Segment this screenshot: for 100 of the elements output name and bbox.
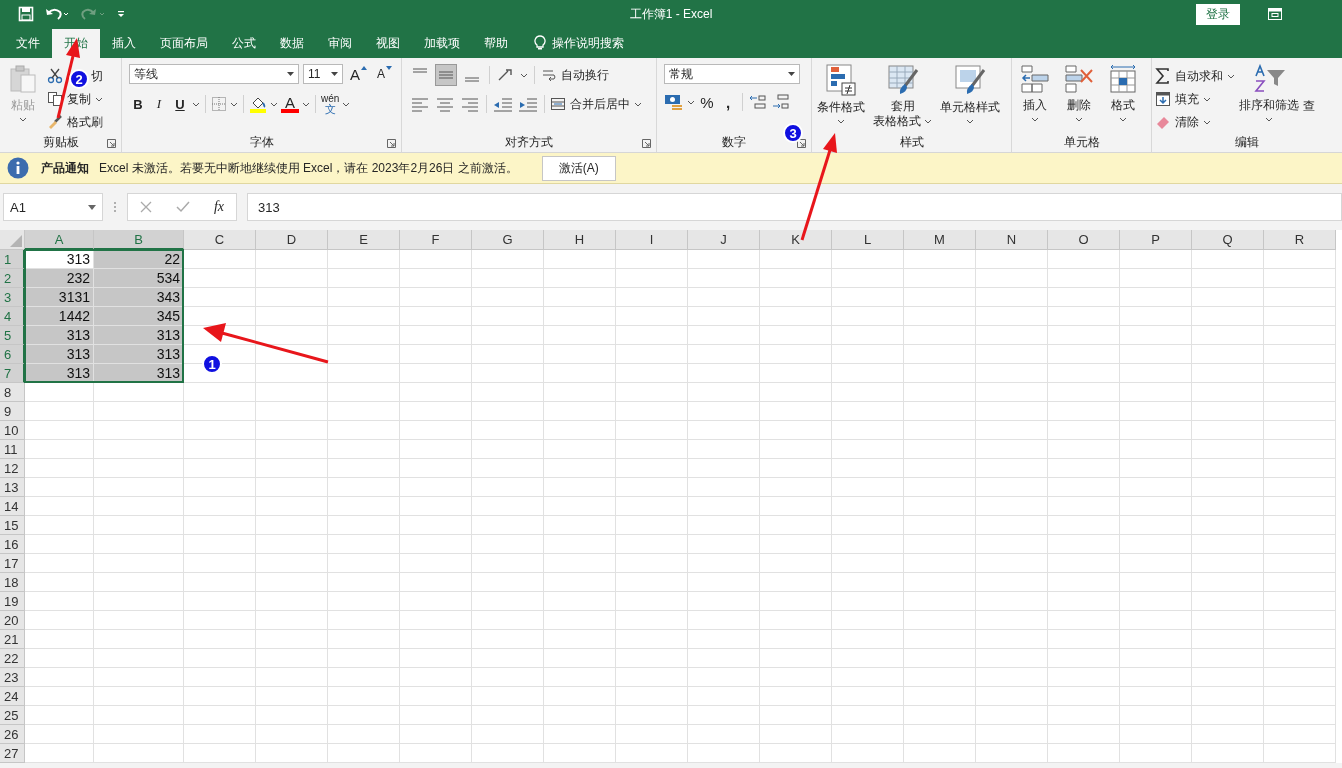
ribbon-tab[interactable]: 页面布局 xyxy=(148,28,220,58)
column-header[interactable]: M xyxy=(904,230,976,250)
ribbon-tab[interactable]: 加载项 xyxy=(412,28,472,58)
insert-cells-button[interactable]: 插入 xyxy=(1015,64,1055,132)
row-header[interactable]: 21 xyxy=(0,630,25,649)
percent-button[interactable]: % xyxy=(698,92,716,112)
row-header[interactable]: 6 xyxy=(0,345,25,364)
fill-button[interactable]: 填充 xyxy=(1155,89,1235,109)
activate-button[interactable]: 激活(A) xyxy=(541,155,616,181)
column-header[interactable]: A xyxy=(25,230,94,250)
row-header[interactable]: 10 xyxy=(0,421,25,440)
column-header[interactable]: Q xyxy=(1192,230,1264,250)
row-header[interactable]: 27 xyxy=(0,744,25,763)
ribbon-tab[interactable]: 开始 xyxy=(52,29,100,58)
decrease-indent-icon[interactable] xyxy=(492,95,514,113)
accounting-icon[interactable] xyxy=(664,93,684,111)
delete-cells-button[interactable]: 删除 xyxy=(1059,64,1099,132)
clear-button[interactable]: 清除 xyxy=(1155,112,1235,132)
row-header[interactable]: 3 xyxy=(0,288,25,307)
row-header[interactable]: 12 xyxy=(0,459,25,478)
merge-center-button[interactable]: 合并后居中 xyxy=(550,94,642,114)
format-as-table-button[interactable]: 套用 表格格式 xyxy=(871,64,934,132)
column-header[interactable]: F xyxy=(400,230,472,250)
font-color-button[interactable]: A xyxy=(281,95,299,113)
row-header[interactable]: 4 xyxy=(0,307,25,326)
column-header[interactable]: O xyxy=(1048,230,1120,250)
row-header[interactable]: 11 xyxy=(0,440,25,459)
format-painter-button[interactable]: 格式刷 xyxy=(47,112,103,132)
formula-field[interactable]: 313 xyxy=(247,193,1342,221)
shrink-font-button[interactable]: A xyxy=(374,64,396,84)
row-header[interactable]: 16 xyxy=(0,535,25,554)
increase-indent-icon[interactable] xyxy=(517,95,539,113)
row-header[interactable]: 5 xyxy=(0,326,25,345)
row-header[interactable]: 1 xyxy=(0,250,25,269)
undo-icon[interactable] xyxy=(44,6,70,22)
column-header[interactable]: E xyxy=(328,230,400,250)
ribbon-tab[interactable]: 公式 xyxy=(220,28,268,58)
copy-button[interactable]: 复制 xyxy=(47,89,103,109)
row-header[interactable]: 23 xyxy=(0,668,25,687)
increase-decimal-icon[interactable] xyxy=(748,93,768,111)
row-header[interactable]: 13 xyxy=(0,478,25,497)
autosum-button[interactable]: 自动求和 xyxy=(1155,66,1235,86)
decrease-decimal-icon[interactable] xyxy=(771,93,791,111)
row-header[interactable]: 22 xyxy=(0,649,25,668)
ribbon-tab[interactable]: 文件 xyxy=(4,28,52,58)
row-header[interactable]: 19 xyxy=(0,592,25,611)
bold-button[interactable]: B xyxy=(129,94,147,114)
row-header[interactable]: 17 xyxy=(0,554,25,573)
ribbon-tab[interactable]: 视图 xyxy=(364,28,412,58)
column-header[interactable]: B xyxy=(94,230,184,250)
underline-button[interactable]: U xyxy=(171,94,189,114)
conditional-formatting-button[interactable]: 条件格式 xyxy=(815,64,867,132)
column-header[interactable]: R xyxy=(1264,230,1336,250)
tell-me-search[interactable]: 操作说明搜索 xyxy=(520,28,624,58)
sign-in-button[interactable]: 登录 xyxy=(1196,3,1240,25)
row-header[interactable]: 9 xyxy=(0,402,25,421)
column-header[interactable]: P xyxy=(1120,230,1192,250)
row-header[interactable]: 18 xyxy=(0,573,25,592)
dialog-launcher-icon[interactable] xyxy=(107,139,116,148)
row-header[interactable]: 7 xyxy=(0,364,25,383)
row-header[interactable]: 8 xyxy=(0,383,25,402)
dialog-launcher-icon[interactable] xyxy=(642,139,651,148)
font-name-field[interactable]: 等线 xyxy=(129,64,299,84)
row-header[interactable]: 14 xyxy=(0,497,25,516)
font-size-field[interactable]: 11 xyxy=(303,64,343,84)
column-header[interactable]: N xyxy=(976,230,1048,250)
row-header[interactable]: 25 xyxy=(0,706,25,725)
column-header[interactable]: L xyxy=(832,230,904,250)
column-header[interactable]: G xyxy=(472,230,544,250)
comma-button[interactable]: , xyxy=(719,92,737,112)
dialog-launcher-icon[interactable] xyxy=(797,139,806,148)
sort-filter-button[interactable]: 排序和筛选 xyxy=(1237,64,1301,132)
find-button[interactable]: 查 xyxy=(1303,98,1315,115)
column-header[interactable]: D xyxy=(256,230,328,250)
row-header[interactable]: 20 xyxy=(0,611,25,630)
ribbon-tab[interactable]: 帮助 xyxy=(472,28,520,58)
ribbon-tab[interactable]: 审阅 xyxy=(316,28,364,58)
number-format-field[interactable]: 常规 xyxy=(664,64,800,84)
insert-function-button[interactable]: fx xyxy=(213,199,224,215)
row-header[interactable]: 15 xyxy=(0,516,25,535)
column-header[interactable]: C xyxy=(184,230,256,250)
save-icon[interactable] xyxy=(18,6,34,22)
name-box[interactable]: A1 xyxy=(3,193,103,221)
row-header[interactable]: 2 xyxy=(0,269,25,288)
format-cells-button[interactable]: 格式 xyxy=(1103,64,1143,132)
italic-button[interactable]: I xyxy=(150,94,168,114)
phonetic-button[interactable]: wén 文 xyxy=(321,92,340,116)
dialog-launcher-icon[interactable] xyxy=(387,139,396,148)
column-header[interactable]: H xyxy=(544,230,616,250)
ribbon-tab[interactable]: 插入 xyxy=(100,28,148,58)
ribbon-tab[interactable]: 数据 xyxy=(268,28,316,58)
column-header[interactable]: I xyxy=(616,230,688,250)
customize-icon[interactable] xyxy=(116,9,126,19)
row-header[interactable]: 24 xyxy=(0,687,25,706)
column-header[interactable]: J xyxy=(688,230,760,250)
row-header[interactable]: 26 xyxy=(0,725,25,744)
column-header[interactable]: K xyxy=(760,230,832,250)
restore-icon[interactable] xyxy=(1268,8,1282,20)
cell-styles-button[interactable]: 单元格样式 xyxy=(938,64,1002,132)
fill-color-icon[interactable] xyxy=(249,95,267,113)
